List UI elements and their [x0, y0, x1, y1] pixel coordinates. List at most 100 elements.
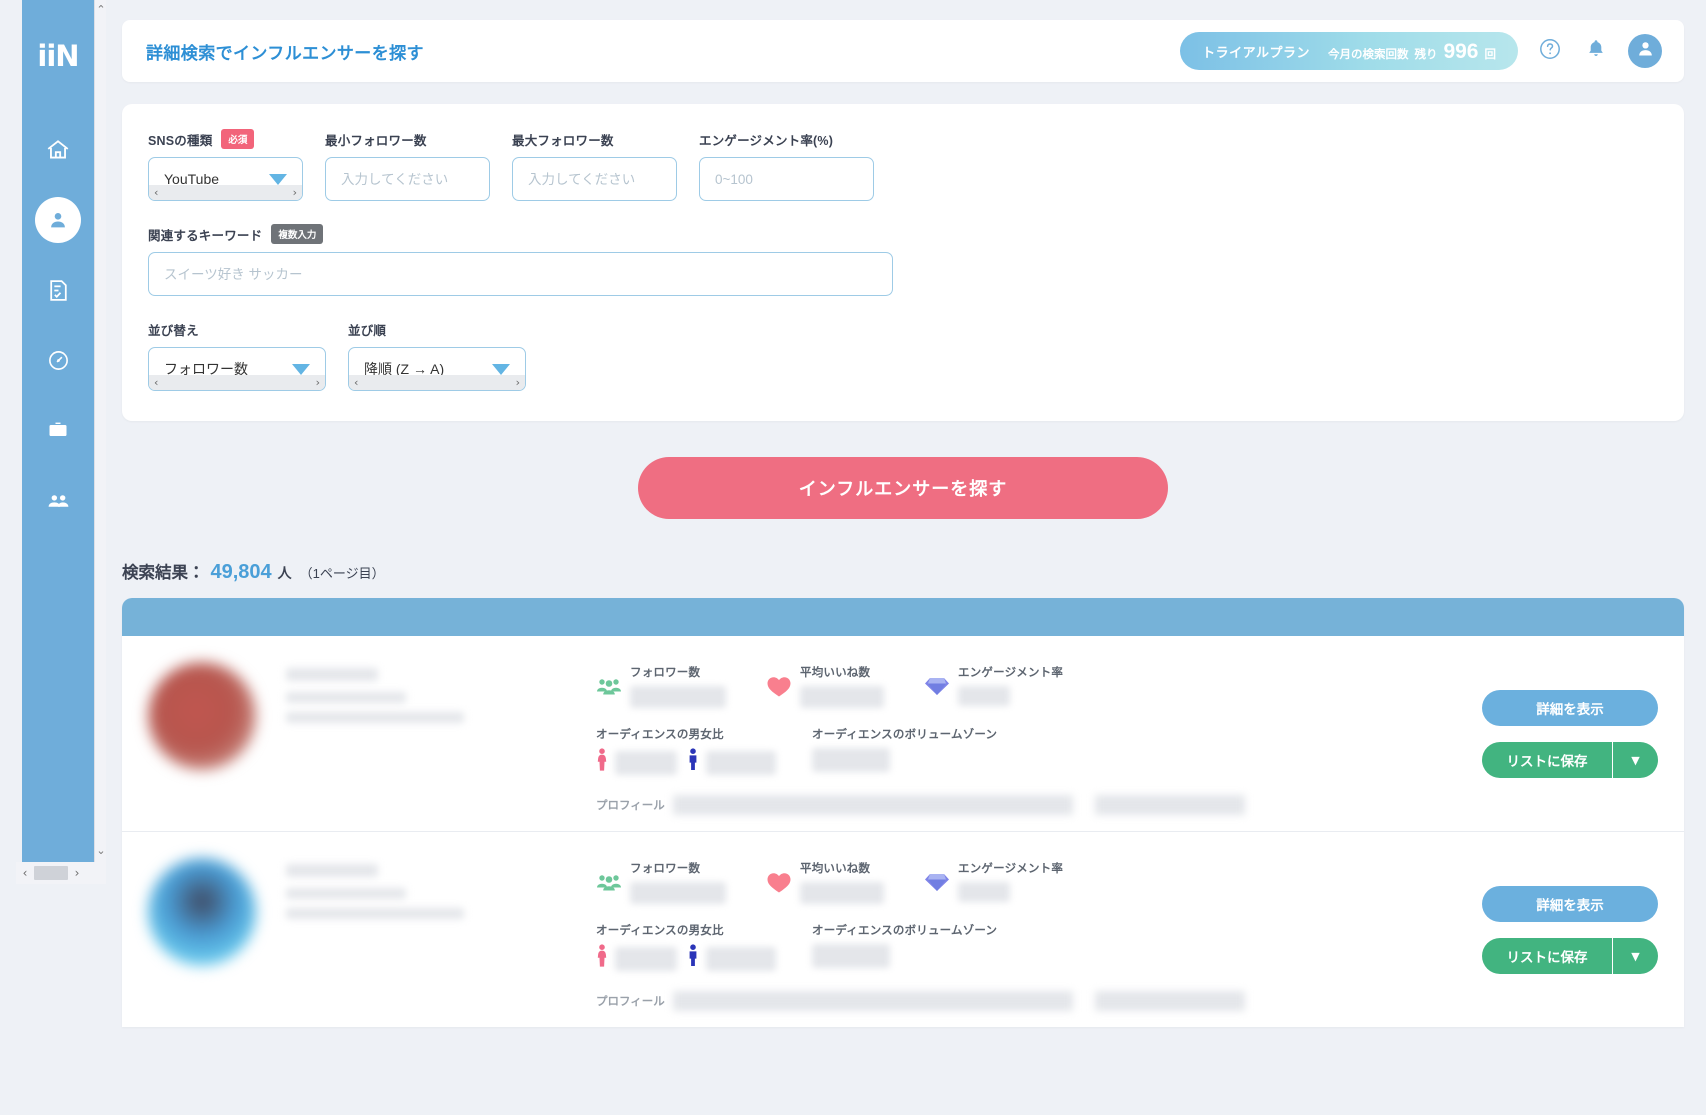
scroll-up-arrow-icon[interactable]: ⌃: [95, 2, 107, 16]
select-scroll-strip[interactable]: ‹ ›: [349, 375, 525, 390]
gender-values: [596, 944, 776, 973]
scroll-left-arrow-icon[interactable]: ‹: [354, 376, 358, 389]
sidebar-item-home[interactable]: [35, 127, 81, 173]
metrics-secondary-row: オーディエンスの男女比 オーディエンスのボリュームゾーン: [596, 922, 1468, 973]
person-icon: [47, 209, 69, 231]
metric-volume-zone: オーディエンスのボリュームゾーン: [812, 726, 997, 777]
engagement-rate-input[interactable]: [699, 157, 874, 201]
document-check-icon: [46, 278, 71, 303]
metric-value-redacted: [958, 882, 1010, 902]
label-sns-type: SNSの種類 必須: [148, 129, 303, 149]
user-avatar-button[interactable]: [1628, 34, 1662, 68]
scrollbar-thumb-horizontal[interactable]: [34, 866, 68, 880]
save-to-list-button[interactable]: リストに保存: [1482, 938, 1612, 974]
sidebar-item-analytics[interactable]: [35, 337, 81, 383]
sort-by-select[interactable]: フォロワー数 ‹ ›: [148, 347, 326, 391]
search-button-row: インフルエンサーを探す: [100, 457, 1706, 519]
avatar[interactable]: [148, 662, 256, 770]
chevron-down-icon[interactable]: ▼: [1612, 938, 1658, 974]
results-table-header-bar: [122, 598, 1684, 636]
sidebar-region: iiN ⌃ ⌄ ‹ ›: [0, 0, 106, 1115]
plan-name: トライアルプラン: [1202, 44, 1310, 60]
female-value-redacted: [615, 946, 677, 971]
influencer-meta-redacted: [286, 712, 464, 723]
scroll-down-arrow-icon[interactable]: ⌄: [95, 843, 107, 857]
scroll-right-arrow-icon[interactable]: ›: [516, 376, 520, 389]
metric-gender-ratio: オーディエンスの男女比: [596, 726, 776, 777]
profile-text-redacted: [672, 795, 1073, 815]
male-value-redacted: [706, 750, 776, 775]
min-followers-input[interactable]: [325, 157, 490, 201]
influencer-meta-redacted: [286, 908, 464, 919]
select-scroll-strip[interactable]: ‹ ›: [149, 375, 325, 390]
quota-count: 996: [1443, 39, 1479, 63]
scroll-right-arrow-icon[interactable]: ›: [68, 866, 86, 880]
sidebar-horizontal-scrollbar[interactable]: ‹ ›: [16, 862, 106, 884]
table-row[interactable]: フォロワー数 平均いいね数 エンゲージメント率 オーディエンスの男女比 オーディ…: [122, 636, 1684, 831]
max-followers-input[interactable]: [512, 157, 677, 201]
gender-values: [596, 748, 776, 777]
metric-body: フォロワー数: [630, 860, 726, 904]
field-keyword: 関連するキーワード 複数入力: [148, 224, 893, 296]
scroll-left-arrow-icon[interactable]: ‹: [16, 866, 34, 880]
metrics-block: フォロワー数 平均いいね数 エンゲージメント率 オーディエンスの男女比 オーディ…: [596, 658, 1468, 815]
field-min-followers: 最小フォロワー数: [325, 130, 490, 201]
top-bar-actions: トライアルプラン 今月の検索回数 残り 996 回: [1180, 32, 1662, 70]
avatar[interactable]: [148, 858, 256, 966]
heart-icon: [766, 869, 792, 895]
search-influencers-button[interactable]: インフルエンサーを探す: [638, 457, 1168, 519]
view-detail-button[interactable]: 詳細を表示: [1482, 886, 1658, 922]
user-avatar-icon: [1635, 38, 1656, 64]
sidebar-item-projects[interactable]: [35, 407, 81, 453]
sidebar-item-influencer[interactable]: [35, 197, 81, 243]
notifications-button[interactable]: [1582, 37, 1610, 65]
save-to-list-group[interactable]: リストに保存 ▼: [1482, 742, 1658, 778]
result-count-value: 49,804: [210, 561, 272, 583]
view-detail-button[interactable]: 詳細を表示: [1482, 690, 1658, 726]
female-figure-icon: [596, 748, 608, 777]
sidebar-nav: [22, 127, 94, 523]
app-logo[interactable]: iiN: [37, 42, 79, 71]
scroll-left-arrow-icon[interactable]: ‹: [154, 376, 158, 389]
scroll-right-arrow-icon[interactable]: ›: [293, 186, 297, 199]
metrics-block: フォロワー数 平均いいね数 エンゲージメント率 オーディエンスの男女比 オーディ…: [596, 854, 1468, 1011]
sns-type-select[interactable]: YouTube ‹ ›: [148, 157, 303, 201]
sidebar-item-team[interactable]: [35, 477, 81, 523]
metric-label: オーディエンスのボリュームゾーン: [812, 729, 998, 741]
profile-row: プロフィール: [596, 795, 1468, 815]
metric-value-redacted: [800, 882, 884, 904]
profile-text-redacted-2: [1094, 795, 1245, 815]
chevron-down-icon: [269, 173, 287, 185]
save-to-list-group[interactable]: リストに保存 ▼: [1482, 938, 1658, 974]
group-people-icon: [596, 673, 622, 699]
save-to-list-button[interactable]: リストに保存: [1482, 742, 1612, 778]
volume-zone-value-redacted: [812, 748, 890, 772]
scroll-left-arrow-icon[interactable]: ‹: [154, 186, 158, 199]
plan-quota: 今月の検索回数 残り 996 回: [1328, 41, 1496, 62]
metric-avg-likes: 平均いいね数: [766, 664, 884, 708]
quota-unit: 回: [1484, 48, 1497, 61]
metric-volume-zone: オーディエンスのボリュームゾーン: [812, 922, 997, 973]
profile-text-redacted: [672, 991, 1073, 1011]
label-text: 最小フォロワー数: [325, 133, 427, 148]
sidebar-vertical-scrollbar[interactable]: ⌃ ⌄: [94, 0, 106, 862]
sidebar-item-list[interactable]: [35, 267, 81, 313]
female-group: [596, 944, 677, 973]
table-row[interactable]: フォロワー数 平均いいね数 エンゲージメント率 オーディエンスの男女比 オーディ…: [122, 831, 1684, 1027]
label-text: SNSの種類: [148, 133, 213, 148]
keyword-input[interactable]: [148, 252, 893, 296]
volume-zone-value-redacted: [812, 944, 890, 968]
select-scroll-strip[interactable]: ‹ ›: [149, 185, 302, 200]
female-value-redacted: [615, 750, 677, 775]
metric-body: 平均いいね数: [800, 860, 884, 904]
label-max-followers: 最大フォロワー数: [512, 130, 677, 148]
plan-badge[interactable]: トライアルプラン 今月の検索回数 残り 996 回: [1180, 32, 1518, 70]
chevron-down-icon[interactable]: ▼: [1612, 742, 1658, 778]
male-value-redacted: [706, 946, 776, 971]
scroll-right-arrow-icon[interactable]: ›: [316, 376, 320, 389]
help-button[interactable]: [1536, 37, 1564, 65]
sort-order-select[interactable]: 降順 (Z → A) ‹ ›: [348, 347, 526, 391]
result-count-unit: 人: [277, 565, 292, 581]
filter-row-1: SNSの種類 必須 YouTube ‹ › 最小フォロワー数 入力してください …: [148, 129, 1658, 201]
metric-label: フォロワー数: [630, 667, 701, 679]
